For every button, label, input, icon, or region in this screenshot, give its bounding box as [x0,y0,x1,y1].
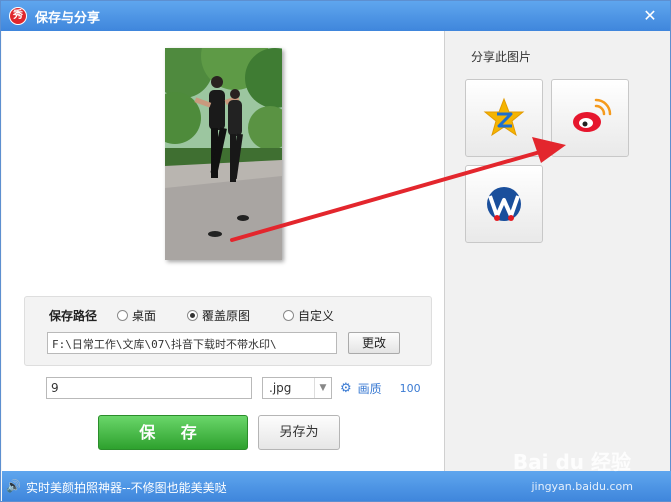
save-share-dialog: 秀 保存与分享 ✕ 保存路径 桌面 覆盖原图 自定义 F:\日常工作\文库\07… [0,0,671,502]
close-button[interactable]: ✕ [640,6,660,26]
save-path-field[interactable]: F:\日常工作\文库\07\抖音下载时不带水印\ [47,332,337,354]
radio-overwrite[interactable]: 覆盖原图 [187,307,250,324]
save-path-panel: 保存路径 桌面 覆盖原图 自定义 F:\日常工作\文库\07\抖音下载时不带水印… [24,296,432,366]
share-title: 分享此图片 [471,50,532,64]
radio-custom[interactable]: 自定义 [283,307,334,324]
share-weibo-button[interactable] [551,79,629,157]
status-bar: 🔊 实时美颜拍照神器--不修图也能美美哒 Bai du 经验 jingyan.b… [2,450,671,501]
weibo-icon [573,98,612,132]
save-as-button[interactable]: 另存为 [258,415,340,450]
window-title: 保存与分享 [35,11,101,26]
radio-button[interactable] [283,310,294,321]
speaker-icon[interactable]: 🔊 [6,479,21,493]
app-logo-icon: 秀 [9,7,27,25]
file-name-input[interactable]: 9 [46,377,252,399]
title-bar: 秀 保存与分享 ✕ [1,1,670,31]
save-button[interactable]: 保 存 [98,415,248,450]
status-message[interactable]: 实时美颜拍照神器--不修图也能美美哒 [26,479,227,496]
share-renren-button[interactable] [465,165,543,243]
quality-value: 100 [399,382,421,395]
format-select[interactable]: .jpg ▼ [262,377,332,399]
radio-overwrite-label: 覆盖原图 [202,309,251,323]
radio-desktop[interactable]: 桌面 [117,307,156,324]
photo-image [165,48,282,260]
share-pane: 分享此图片 [445,31,670,471]
renren-icon [487,187,521,221]
quality-label[interactable]: 画质 [358,380,382,397]
format-value: .jpg [269,381,292,395]
radio-custom-label: 自定义 [298,309,335,323]
watermark-url: jingyan.baidu.com [531,480,633,493]
chevron-down-icon[interactable]: ▼ [314,378,331,398]
preview-pane: 保存路径 桌面 覆盖原图 自定义 F:\日常工作\文库\07\抖音下载时不带水印… [2,31,445,471]
quality-control[interactable]: ⚙ 画质 100 [340,380,421,397]
radio-desktop-label: 桌面 [132,309,157,323]
radio-button[interactable] [117,310,128,321]
gear-icon[interactable]: ⚙ [340,381,352,396]
watermark-logo: Bai du 经验 [512,450,631,474]
change-path-button[interactable]: 更改 [348,332,400,354]
qzone-icon [483,97,525,137]
save-path-label: 保存路径 [49,309,98,323]
radio-button-checked[interactable] [187,310,198,321]
share-qzone-button[interactable] [465,79,543,157]
photo-preview [165,48,282,260]
